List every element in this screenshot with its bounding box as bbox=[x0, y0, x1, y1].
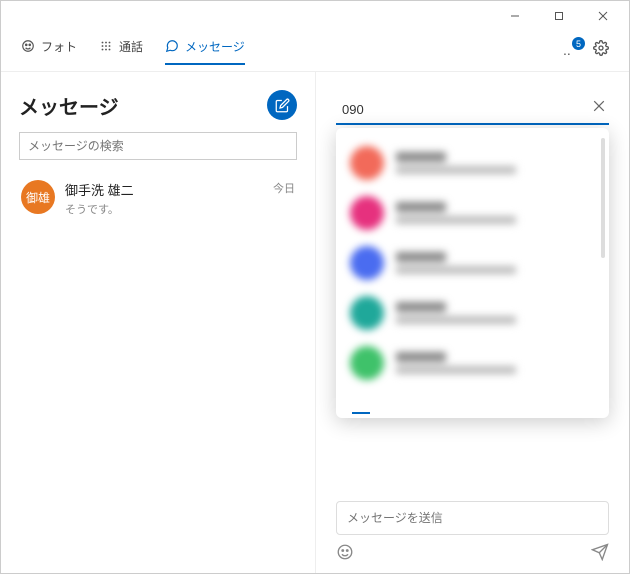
scrollbar[interactable] bbox=[601, 138, 605, 258]
left-pane: メッセージ 御雄 御手洗 雄二 そうです。 今日 bbox=[1, 72, 316, 573]
message-input[interactable] bbox=[347, 511, 598, 525]
tab-call-label: 通話 bbox=[119, 38, 143, 55]
dialpad-icon bbox=[99, 39, 113, 53]
minimize-button[interactable] bbox=[493, 1, 537, 31]
compose-actions bbox=[336, 543, 609, 561]
contact-avatar bbox=[350, 146, 384, 180]
contact-suggestion[interactable] bbox=[344, 238, 601, 288]
settings-button[interactable] bbox=[593, 40, 609, 56]
topbar: フォト 通話 メッセージ .. 5 bbox=[1, 31, 629, 65]
photo-icon bbox=[21, 39, 35, 53]
tab-message[interactable]: メッセージ bbox=[165, 38, 245, 59]
contact-suggestion[interactable] bbox=[344, 188, 601, 238]
tabs: フォト 通話 メッセージ bbox=[21, 38, 245, 59]
clear-search-button[interactable] bbox=[593, 100, 605, 112]
contact-avatar bbox=[350, 346, 384, 380]
contact-avatar bbox=[350, 296, 384, 330]
search-messages-field[interactable] bbox=[19, 132, 297, 160]
conversation-text: 御手洗 雄二 そうです。 bbox=[65, 180, 263, 217]
contact-search-input[interactable] bbox=[336, 96, 609, 125]
body: メッセージ 御雄 御手洗 雄二 そうです。 今日 bbox=[1, 72, 629, 573]
topbar-right: .. 5 bbox=[565, 39, 609, 57]
contact-avatar bbox=[350, 196, 384, 230]
close-button[interactable] bbox=[581, 1, 625, 31]
send-button[interactable] bbox=[591, 543, 609, 561]
search-messages-input[interactable] bbox=[28, 139, 288, 153]
maximize-button[interactable] bbox=[537, 1, 581, 31]
contact-suggestion[interactable] bbox=[344, 138, 601, 188]
message-compose-area bbox=[336, 501, 609, 561]
right-pane bbox=[316, 72, 629, 573]
contact-dropdown bbox=[336, 128, 609, 418]
contact-suggestion[interactable] bbox=[344, 288, 601, 338]
conversation-item[interactable]: 御雄 御手洗 雄二 そうです。 今日 bbox=[19, 174, 297, 223]
ellipsis-icon: .. bbox=[563, 42, 571, 58]
conversation-time: 今日 bbox=[273, 180, 295, 217]
conversation-name: 御手洗 雄二 bbox=[65, 180, 263, 199]
conversation-preview: そうです。 bbox=[65, 201, 263, 217]
contact-search-field[interactable] bbox=[336, 96, 609, 125]
tab-photo-label: フォト bbox=[41, 38, 77, 55]
tab-message-label: メッセージ bbox=[185, 38, 245, 55]
contact-suggestion[interactable] bbox=[344, 338, 601, 388]
notification-badge: 5 bbox=[572, 37, 585, 50]
page-title: メッセージ bbox=[19, 91, 119, 120]
dropdown-indicator bbox=[352, 412, 370, 414]
avatar: 御雄 bbox=[21, 180, 55, 214]
tab-photo[interactable]: フォト bbox=[21, 38, 77, 59]
app-window: フォト 通話 メッセージ .. 5 bbox=[0, 0, 630, 574]
contact-avatar bbox=[350, 246, 384, 280]
tab-call[interactable]: 通話 bbox=[99, 38, 143, 59]
message-icon bbox=[165, 39, 179, 53]
compose-button[interactable] bbox=[267, 90, 297, 120]
left-header: メッセージ bbox=[19, 90, 297, 120]
message-input-field[interactable] bbox=[336, 501, 609, 535]
notification-button[interactable]: .. 5 bbox=[565, 39, 583, 57]
titlebar bbox=[1, 1, 629, 31]
emoji-button[interactable] bbox=[336, 543, 354, 561]
